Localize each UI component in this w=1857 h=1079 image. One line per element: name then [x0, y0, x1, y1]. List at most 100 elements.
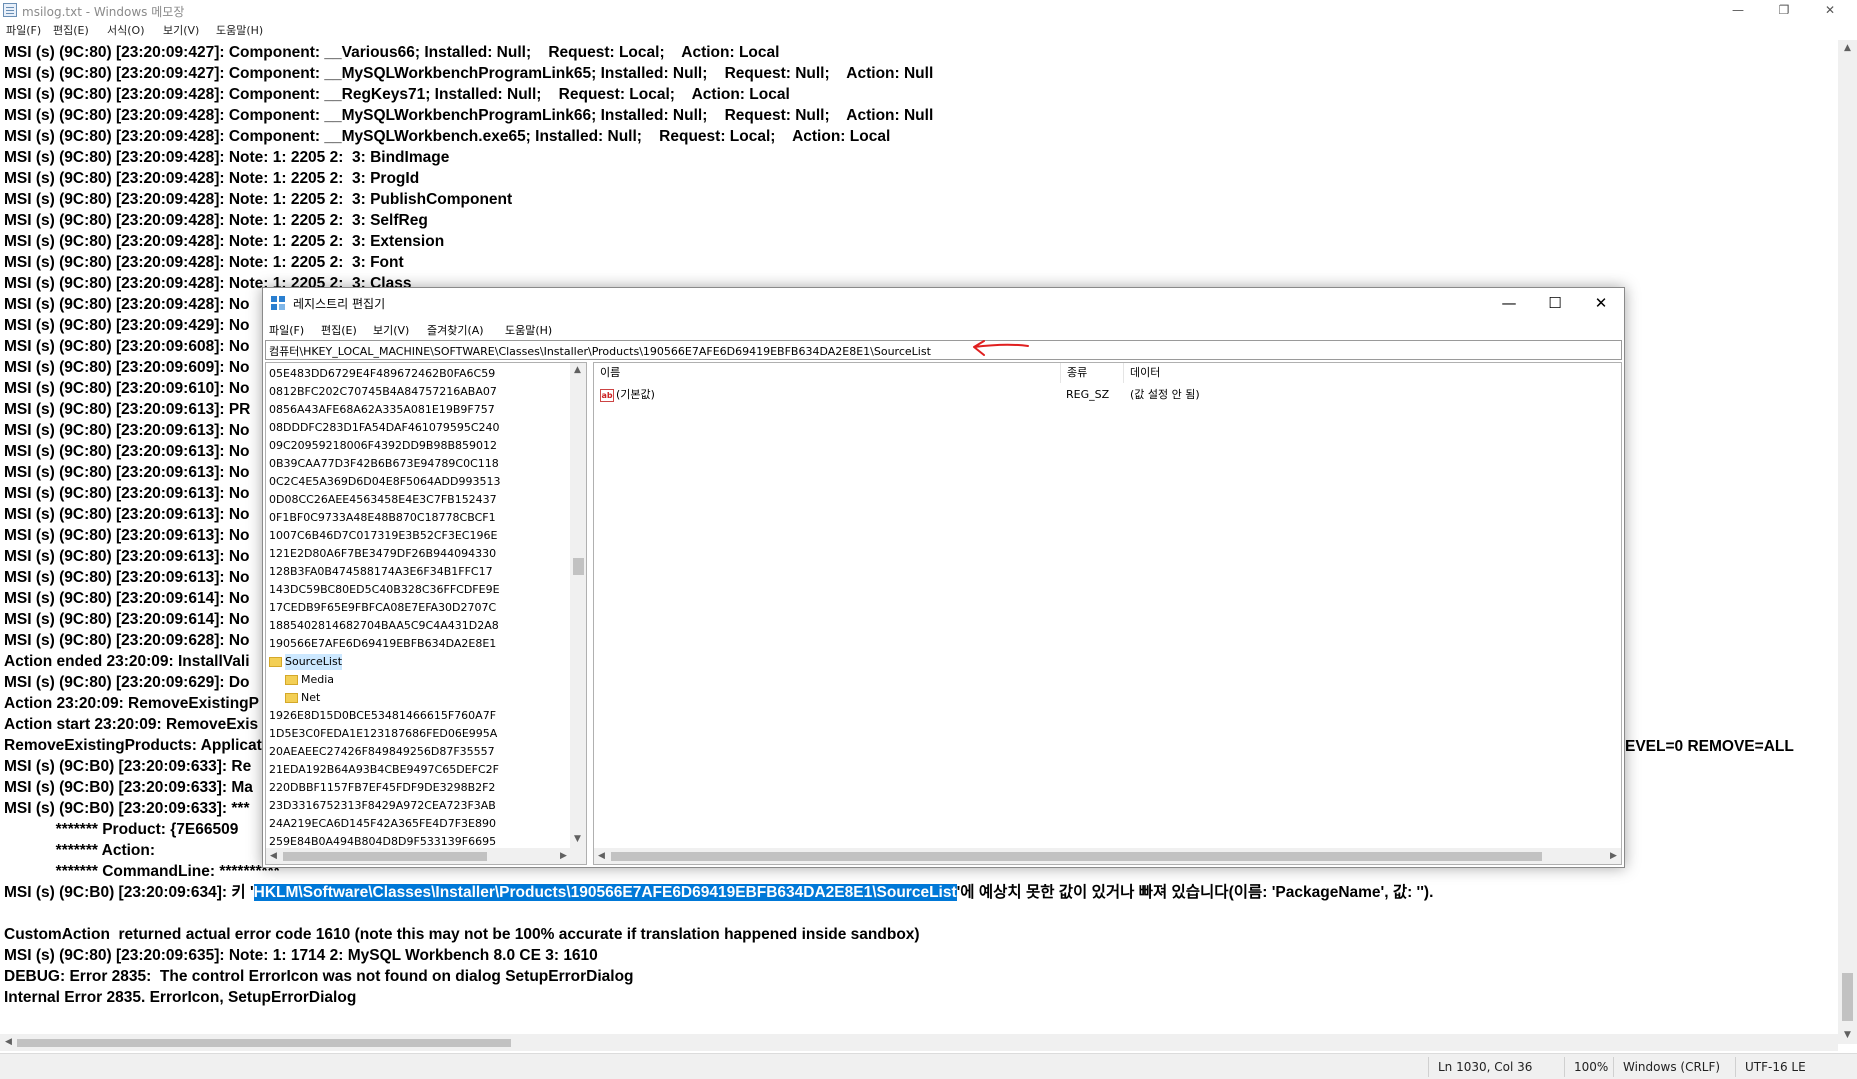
values-horizontal-scrollbar[interactable]: ◀ ▶ [594, 848, 1621, 864]
regedit-menu-file[interactable]: 파일(F) [269, 322, 304, 338]
log-line: MSI (s) (9C:80) [23:20:09:635]: Note: 1:… [4, 947, 598, 964]
tree-key-label: 1885402814682704BAA5C9C4A431D2A8 [269, 619, 499, 632]
log-line: Action ended 23:20:09: InstallVali [4, 653, 250, 670]
log-line: MSI (s) (9C:80) [23:20:09:613]: No [4, 527, 250, 544]
log-line: DEBUG: Error 2835: The control ErrorIcon… [4, 968, 634, 985]
log-line: MSI (s) (9C:80) [23:20:09:628]: No [4, 632, 250, 649]
notepad-horizontal-scrollbar[interactable]: ◀ [0, 1034, 1838, 1051]
vertical-scroll-thumb[interactable] [1842, 973, 1853, 1021]
log-line: MSI (s) (9C:80) [23:20:09:613]: No [4, 485, 250, 502]
log-line: MSI (s) (9C:80) [23:20:09:613]: No [4, 569, 250, 586]
log-line: MSI (s) (9C:80) [23:20:09:428]: Note: 1:… [4, 191, 513, 208]
tree-key-label: 143DC59BC80ED5C40B328C36FFCDFE9E [269, 583, 500, 596]
log-line: ******* Action: [4, 842, 156, 859]
red-arrow-annotation [973, 340, 1029, 356]
log-line: MSI (s) (9C:80) [23:20:09:614]: No [4, 590, 250, 607]
log-line: MSI (s) (9C:80) [23:20:09:428]: Note: 1:… [4, 254, 404, 271]
address-bar[interactable]: 컴퓨터\HKEY_LOCAL_MACHINE\SOFTWARE\Classes\… [265, 340, 1622, 360]
value-name: (기본값) [616, 388, 655, 401]
folder-icon [285, 675, 298, 685]
regedit-menu-view[interactable]: 보기(V) [373, 322, 409, 338]
values-scroll-left-icon[interactable]: ◀ [598, 851, 605, 861]
tree-key-label: 1926E8D15D0BCE53481466615F760A7F [269, 709, 497, 722]
tree-key-label: 17CEDB9F65E9FBFCA08E7EFA30D2707C [269, 601, 497, 614]
menu-file[interactable]: 파일(F) [6, 22, 41, 40]
log-line: MSI (s) (9C:80) [23:20:09:428]: Componen… [4, 86, 790, 103]
regedit-minimize-button[interactable]: — [1486, 288, 1532, 318]
tree-scroll-right-icon[interactable]: ▶ [560, 851, 567, 861]
selected-text[interactable]: HKLM\Software\Classes\Installer\Products… [253, 884, 957, 901]
column-name-header[interactable]: 이름 [594, 363, 1061, 383]
registry-key-tree[interactable]: 05E483DD6729E4F489672462B0FA6C59 0812BFC2… [265, 362, 587, 865]
tree-horizontal-scroll-thumb[interactable] [283, 852, 487, 861]
registry-editor-window: 레지스트리 편집기 — ☐ ✕ 파일(F) 편집(E) 보기(V) 즐겨찾기(A… [262, 287, 1625, 868]
scroll-down-icon[interactable]: ▼ [1838, 1027, 1857, 1044]
regedit-menu-favorites[interactable]: 즐겨찾기(A) [427, 322, 484, 338]
log-line: MSI (s) (9C:B0) [23:20:09:633]: Re [4, 758, 252, 775]
tree-key-label: 1007C6B46D7C017319E3B52CF3EC196E [269, 529, 498, 542]
menu-edit[interactable]: 편집(E) [53, 22, 89, 40]
log-line: MSI (s) (9C:80) [23:20:09:629]: Do [4, 674, 250, 691]
regedit-close-button[interactable]: ✕ [1578, 288, 1624, 318]
values-scroll-right-icon[interactable]: ▶ [1610, 851, 1617, 861]
tree-key-label: 1D5E3C0FEDA1E123187686FED06E995A [269, 727, 498, 740]
tree-scroll-left-icon[interactable]: ◀ [270, 851, 277, 861]
log-line: MSI (s) (9C:80) [23:20:09:613]: No [4, 422, 250, 439]
tree-key-label: SourceList [285, 654, 343, 670]
log-line: MSI (s) (9C:80) [23:20:09:428]: Note: 1:… [4, 233, 445, 250]
menu-view[interactable]: 보기(V) [163, 22, 199, 40]
menu-format[interactable]: 서식(O) [107, 22, 144, 40]
tree-key-label: 23D3316752313F8429A972CEA723F3AB [269, 799, 496, 812]
tree-horizontal-scrollbar[interactable]: ◀ ▶ [266, 848, 586, 864]
regedit-menu-edit[interactable]: 편집(E) [321, 322, 357, 338]
tree-key-label: 0C2C4E5A369D6D04E8F5064ADD993513 [269, 475, 501, 488]
log-line: MSI (s) (9C:80) [23:20:09:428]: Note: 1:… [4, 170, 420, 187]
regedit-icon [271, 296, 286, 311]
error-line-prefix: MSI (s) (9C:B0) [23:20:09:634]: 키 ' [4, 884, 254, 901]
scroll-left-icon[interactable]: ◀ [0, 1034, 17, 1051]
log-line: MSI (s) (9C:B0) [23:20:09:633]: *** [4, 800, 250, 817]
tree-vertical-scroll-thumb[interactable] [573, 558, 584, 575]
tree-key-label: 220DBBF1157FB7EF45FDF9DE3298B2F2 [269, 781, 496, 794]
log-line: MSI (s) (9C:80) [23:20:09:613]: No [4, 548, 250, 565]
log-line: MSI (s) (9C:80) [23:20:09:428]: Componen… [4, 107, 934, 124]
values-horizontal-scroll-thumb[interactable] [611, 852, 1542, 861]
notepad-title-bar[interactable]: msilog.txt - Windows 메모장 — ❐ ✕ [0, 0, 1857, 22]
log-line: ******* Product: {7E66509 [4, 821, 239, 838]
close-button[interactable]: ✕ [1807, 0, 1853, 22]
value-data: (값 설정 안 됨) [1130, 388, 1200, 401]
regedit-title: 레지스트리 편집기 [293, 297, 386, 311]
tree-vertical-scrollbar[interactable]: ▲ ▼ [570, 363, 586, 848]
horizontal-scroll-thumb[interactable] [17, 1039, 511, 1047]
log-line: CustomAction returned actual error code … [4, 926, 920, 943]
address-path[interactable]: 컴퓨터\HKEY_LOCAL_MACHINE\SOFTWARE\Classes\… [269, 343, 931, 359]
log-line: MSI (s) (9C:80) [23:20:09:609]: No [4, 359, 250, 376]
error-log-line[interactable]: MSI (s) (9C:B0) [23:20:09:634]: 키 'HKLM\… [4, 882, 1433, 903]
column-data-header[interactable]: 데이터 [1124, 363, 1621, 383]
log-line: Internal Error 2835. ErrorIcon, SetupErr… [4, 989, 357, 1006]
tree-key-label: 121E2D80A6F7BE3479DF26B944094330 [269, 547, 497, 560]
column-type-header[interactable]: 종류 [1061, 363, 1124, 383]
tree-scroll-down-icon[interactable]: ▼ [574, 834, 581, 844]
tree-key-label: 0F1BF0C9733A48E48B870C18778CBCF1 [269, 511, 496, 524]
notepad-vertical-scrollbar[interactable]: ▲ ▼ [1838, 40, 1857, 1044]
log-line: MSI (s) (9C:80) [23:20:09:613]: No [4, 464, 250, 481]
registry-values-list[interactable]: 이름 종류 데이터 ab (기본값) REG_SZ (값 설정 안 됨) ◀ ▶ [593, 362, 1622, 865]
regedit-maximize-button[interactable]: ☐ [1532, 288, 1578, 318]
tree-key-label: Media [301, 673, 335, 686]
scroll-up-icon[interactable]: ▲ [1838, 40, 1857, 57]
regedit-menu-help[interactable]: 도움말(H) [505, 322, 552, 338]
zoom-level: 100% [1574, 1060, 1609, 1074]
regedit-title-bar[interactable]: 레지스트리 편집기 — ☐ ✕ [263, 288, 1624, 318]
tree-scroll-up-icon[interactable]: ▲ [574, 365, 581, 375]
log-line: Action start 23:20:09: RemoveExis [4, 716, 259, 733]
tree-key-label: 128B3FA0B474588174A3E6F34B1FFC17 [269, 565, 493, 578]
folder-icon [269, 657, 282, 667]
regedit-menu-bar: 파일(F) 편집(E) 보기(V) 즐겨찾기(A) 도움말(H) [263, 318, 1624, 340]
restore-button[interactable]: ❐ [1761, 0, 1807, 22]
encoding: UTF-16 LE [1745, 1060, 1806, 1074]
menu-help[interactable]: 도움말(H) [216, 22, 263, 40]
minimize-button[interactable]: — [1715, 0, 1761, 22]
tree-key-label: 21EDA192B64A93B4CBE9497C65DEFC2F [269, 763, 499, 776]
log-line-fragment: EVEL=0 REMOVE=ALL [1625, 738, 1794, 755]
